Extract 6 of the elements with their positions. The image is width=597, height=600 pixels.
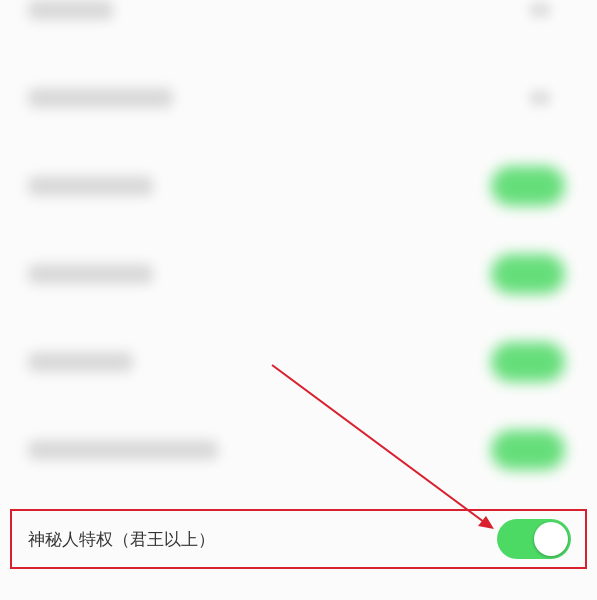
toggle-switch[interactable] (491, 342, 565, 382)
toggle-switch[interactable] (491, 166, 565, 206)
setting-label: 神秘人特权（君王以上） (28, 528, 215, 550)
toggle-switch[interactable] (497, 519, 571, 559)
toggle-switch[interactable] (491, 254, 565, 294)
toggle-switch[interactable] (491, 430, 565, 470)
